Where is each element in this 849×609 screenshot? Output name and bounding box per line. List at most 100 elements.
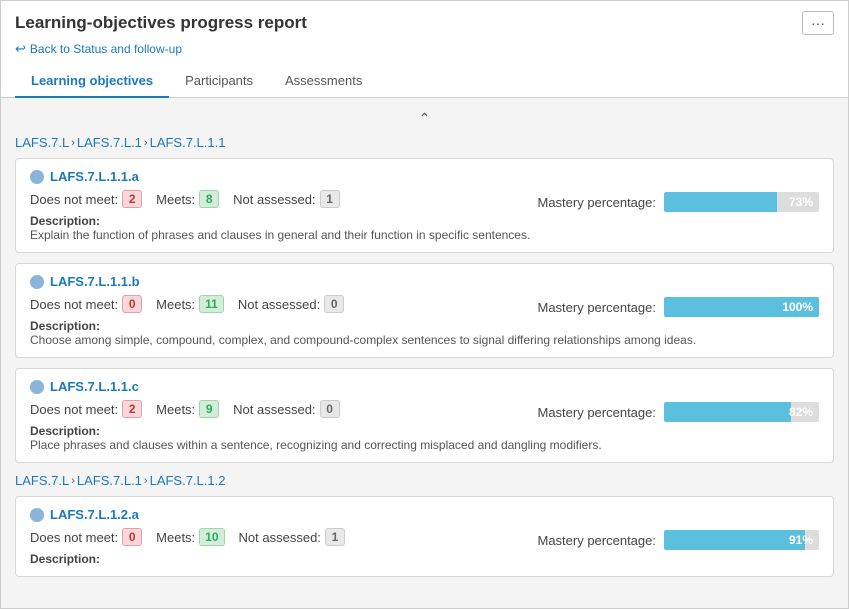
not-assessed-val-2a: 1: [325, 528, 345, 546]
breadcrumb-link-1-1[interactable]: LAFS.7.L.1: [77, 135, 142, 150]
objective-card-2a: LAFS.7.L.1.2.a Does not meet: 0 Meets: 1…: [15, 496, 834, 577]
mastery-section-2a: Mastery percentage: 91%: [537, 530, 819, 550]
page-title: Learning-objectives progress report: [15, 13, 307, 33]
does-not-meet-label-2a: Does not meet:: [30, 530, 118, 545]
mastery-bar-1c: 82%: [664, 402, 819, 422]
meets-label-2a: Meets:: [156, 530, 195, 545]
stat-meets-1b: Meets: 11: [156, 295, 224, 313]
desc-label-1a: Description:: [30, 214, 100, 228]
objective-icon-1c: [30, 380, 44, 394]
stat-does-not-meet-1a: Does not meet: 2: [30, 190, 142, 208]
mastery-pct-text-1c: 82%: [789, 405, 813, 419]
mastery-bar-2a: 91%: [664, 530, 819, 550]
breadcrumb-row-1: LAFS.7.L › LAFS.7.L.1 › LAFS.7.L.1.1: [15, 135, 834, 150]
objective-title-2a[interactable]: LAFS.7.L.1.2.a: [50, 507, 139, 522]
objective-title-1b[interactable]: LAFS.7.L.1.1.b: [50, 274, 140, 289]
stat-does-not-meet-1b: Does not meet: 0: [30, 295, 142, 313]
desc-text-1b: Choose among simple, compound, complex, …: [30, 333, 696, 347]
not-assessed-val-1c: 0: [320, 400, 340, 418]
stats-and-mastery-1a: Does not meet: 2 Meets: 8 Not assessed: …: [30, 190, 819, 214]
stats-and-mastery-1c: Does not meet: 2 Meets: 9 Not assessed: …: [30, 400, 819, 424]
page-header: Learning-objectives progress report ···: [1, 1, 848, 39]
desc-label-1c: Description:: [30, 424, 100, 438]
meets-val-1a: 8: [199, 190, 219, 208]
objective-title-1c[interactable]: LAFS.7.L.1.1.c: [50, 379, 139, 394]
back-link-label: Back to Status and follow-up: [30, 42, 182, 56]
meets-label-1b: Meets:: [156, 297, 195, 312]
description-row-1c: Description: Place phrases and clauses w…: [30, 424, 819, 452]
breadcrumb-sep-2-1: ›: [144, 475, 148, 487]
meets-val-2a: 10: [199, 528, 224, 546]
objective-icon-1b: [30, 275, 44, 289]
collapse-button-1[interactable]: ⌃: [413, 108, 437, 129]
section-1-header: ⌃: [15, 108, 834, 129]
objective-icon-1a: [30, 170, 44, 184]
objective-title-row-1a: LAFS.7.L.1.1.a: [30, 169, 819, 184]
mastery-bar-fill-1c: [664, 402, 791, 422]
breadcrumb-link-2-0[interactable]: LAFS.7.L: [15, 473, 69, 488]
stat-not-assessed-1b: Not assessed: 0: [238, 295, 344, 313]
breadcrumb-sep-1-0: ›: [71, 137, 75, 149]
breadcrumb-current-2: LAFS.7.L.1.2: [150, 473, 226, 488]
does-not-meet-label-1a: Does not meet:: [30, 192, 118, 207]
mastery-pct-text-2a: 91%: [789, 533, 813, 547]
back-link[interactable]: ↩ Back to Status and follow-up: [1, 39, 848, 65]
mastery-label-1b: Mastery percentage:: [537, 300, 656, 315]
objective-title-1a[interactable]: LAFS.7.L.1.1.a: [50, 169, 139, 184]
tab-assessments[interactable]: Assessments: [269, 65, 378, 98]
objective-icon-2a: [30, 508, 44, 522]
mastery-section-1c: Mastery percentage: 82%: [537, 402, 819, 422]
mastery-label-1a: Mastery percentage:: [537, 195, 656, 210]
mastery-section-1a: Mastery percentage: 73%: [537, 192, 819, 212]
mastery-bar-1b: 100%: [664, 297, 819, 317]
objective-title-row-1c: LAFS.7.L.1.1.c: [30, 379, 819, 394]
desc-label-2a: Description:: [30, 552, 100, 566]
main-content: ⌃ LAFS.7.L › LAFS.7.L.1 › LAFS.7.L.1.1 L…: [1, 98, 848, 608]
tab-participants[interactable]: Participants: [169, 65, 269, 98]
objective-title-row-1b: LAFS.7.L.1.1.b: [30, 274, 819, 289]
stats-and-mastery-1b: Does not meet: 0 Meets: 11 Not assessed:…: [30, 295, 819, 319]
stats-row-1a: Does not meet: 2 Meets: 8 Not assessed: …: [30, 190, 354, 208]
desc-text-1c: Place phrases and clauses within a sente…: [30, 438, 602, 452]
description-row-2a: Description:: [30, 552, 819, 566]
stat-does-not-meet-2a: Does not meet: 0: [30, 528, 142, 546]
section-2: LAFS.7.L › LAFS.7.L.1 › LAFS.7.L.1.2 LAF…: [15, 473, 834, 577]
stat-does-not-meet-1c: Does not meet: 2: [30, 400, 142, 418]
does-not-meet-label-1b: Does not meet:: [30, 297, 118, 312]
tab-learning-objectives[interactable]: Learning objectives: [15, 65, 169, 98]
stats-row-1c: Does not meet: 2 Meets: 9 Not assessed: …: [30, 400, 354, 418]
meets-val-1b: 11: [199, 295, 224, 313]
stat-meets-2a: Meets: 10: [156, 528, 224, 546]
breadcrumb-row-2: LAFS.7.L › LAFS.7.L.1 › LAFS.7.L.1.2: [15, 473, 834, 488]
mastery-bar-1a: 73%: [664, 192, 819, 212]
stats-row-2a: Does not meet: 0 Meets: 10 Not assessed:…: [30, 528, 359, 546]
meets-label-1c: Meets:: [156, 402, 195, 417]
stats-row-1b: Does not meet: 0 Meets: 11 Not assessed:…: [30, 295, 358, 313]
desc-text-1a: Explain the function of phrases and clau…: [30, 228, 530, 242]
breadcrumb-link-2-1[interactable]: LAFS.7.L.1: [77, 473, 142, 488]
breadcrumb-link-1-0[interactable]: LAFS.7.L: [15, 135, 69, 150]
not-assessed-label-1c: Not assessed:: [233, 402, 315, 417]
not-assessed-label-1b: Not assessed:: [238, 297, 320, 312]
mastery-pct-text-1a: 73%: [789, 195, 813, 209]
does-not-meet-val-2a: 0: [122, 528, 142, 546]
stat-meets-1c: Meets: 9: [156, 400, 219, 418]
does-not-meet-val-1b: 0: [122, 295, 142, 313]
does-not-meet-label-1c: Does not meet:: [30, 402, 118, 417]
mastery-bar-fill-2a: [664, 530, 805, 550]
description-row-1a: Description: Explain the function of phr…: [30, 214, 819, 242]
stat-not-assessed-1c: Not assessed: 0: [233, 400, 339, 418]
mastery-section-1b: Mastery percentage: 100%: [537, 297, 819, 317]
mastery-pct-text-1b: 100%: [782, 300, 813, 314]
breadcrumb-sep-2-0: ›: [71, 475, 75, 487]
not-assessed-label-2a: Not assessed:: [239, 530, 321, 545]
stat-meets-1a: Meets: 8: [156, 190, 219, 208]
objective-card-1b: LAFS.7.L.1.1.b Does not meet: 0 Meets: 1…: [15, 263, 834, 358]
stats-and-mastery-2a: Does not meet: 0 Meets: 10 Not assessed:…: [30, 528, 819, 552]
mastery-bar-fill-1a: [664, 192, 777, 212]
stat-not-assessed-1a: Not assessed: 1: [233, 190, 339, 208]
breadcrumb-current-1: LAFS.7.L.1.1: [150, 135, 226, 150]
objective-card-1c: LAFS.7.L.1.1.c Does not meet: 2 Meets: 9: [15, 368, 834, 463]
more-button[interactable]: ···: [802, 11, 834, 35]
desc-label-1b: Description:: [30, 319, 100, 333]
